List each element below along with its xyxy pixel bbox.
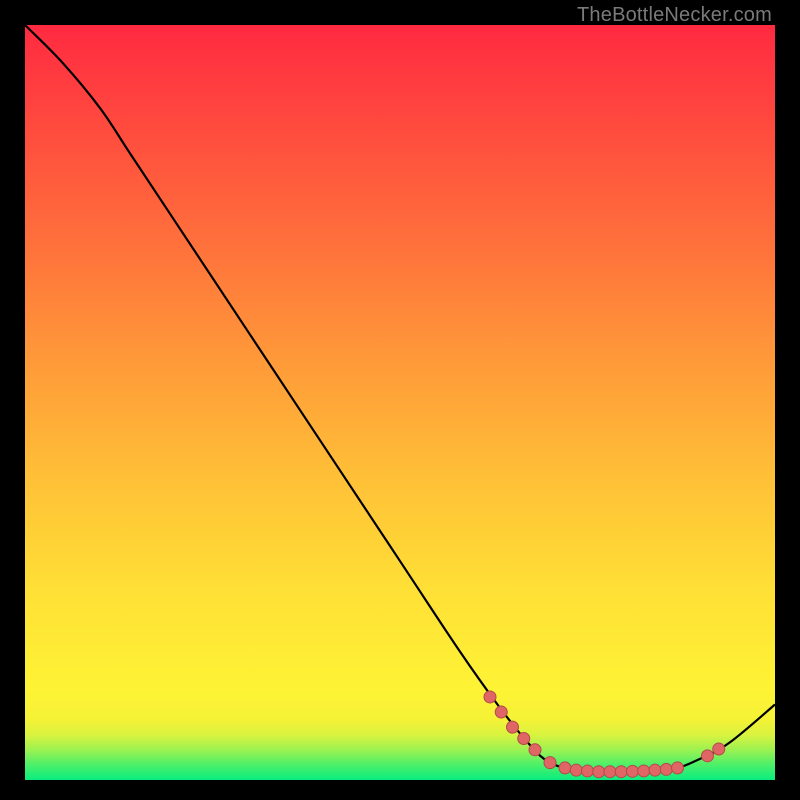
data-marker — [544, 757, 556, 769]
data-marker — [615, 766, 627, 778]
data-marker — [702, 750, 714, 762]
data-marker — [518, 732, 530, 744]
data-marker — [559, 762, 571, 774]
data-marker — [484, 691, 496, 703]
data-marker — [495, 706, 507, 718]
data-marker — [638, 765, 650, 777]
data-marker — [660, 763, 672, 775]
data-marker — [713, 743, 725, 755]
attribution-text: TheBottleNecker.com — [577, 4, 772, 27]
data-marker — [582, 765, 594, 777]
bottleneck-chart — [25, 25, 775, 780]
data-marker — [627, 765, 639, 777]
data-marker — [570, 764, 582, 776]
data-marker — [507, 721, 519, 733]
data-marker — [649, 764, 661, 776]
data-marker — [672, 762, 684, 774]
data-marker — [604, 766, 616, 778]
chart-frame — [25, 25, 775, 780]
chart-background — [25, 25, 775, 780]
data-marker — [529, 744, 541, 756]
data-marker — [593, 766, 605, 778]
